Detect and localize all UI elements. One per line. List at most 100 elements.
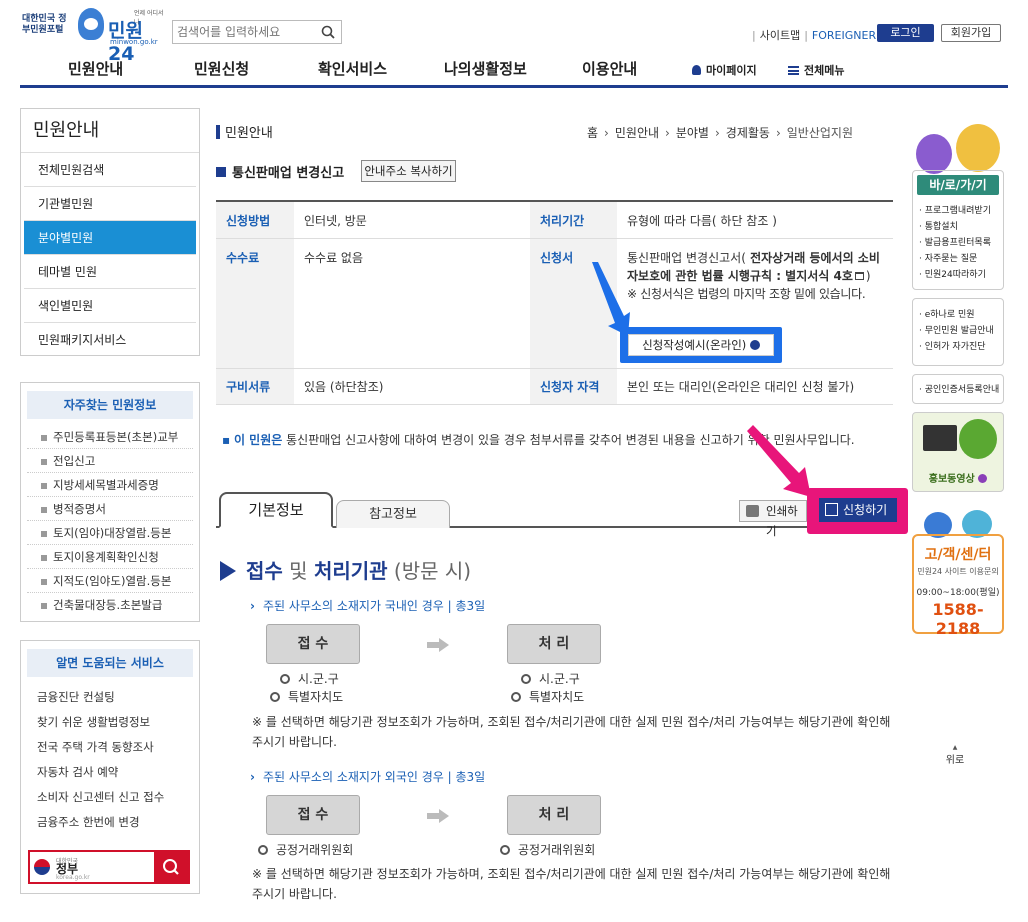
allmenu-link[interactable]: 전체메뉴 [788, 62, 844, 78]
left-nav: 민원안내 전체민원검색 기관별민원 분야별민원 테마별 민원 색인별민원 민원패… [20, 108, 200, 356]
annotation-arrow-pink [747, 425, 811, 497]
sitemap-link[interactable]: 사이트맵 [760, 27, 800, 43]
lnb-item-package[interactable]: 민원패키지서비스 [24, 323, 196, 357]
domestic-heading: 주된 사무소의 소재지가 국내인 경우 | 총3일 [250, 597, 485, 614]
flow-arrow-icon [427, 638, 449, 652]
lnb-item-all[interactable]: 전체민원검색 [24, 153, 196, 187]
window-icon [854, 271, 864, 280]
minwon24-logo[interactable]: 언제 어디서나 민원24 minwon.go.kr [78, 8, 166, 65]
foreign-heading: 주된 사무소의 소재지가 외국인 경우 | 총3일 [250, 768, 485, 785]
fav-title: 자주찾는 민원정보 [27, 391, 193, 419]
lnb-item-theme[interactable]: 테마별 민원 [24, 255, 196, 289]
cs-phone: 1588-2188 [932, 600, 984, 638]
login-button[interactable]: 로그인 [877, 24, 934, 42]
menu-icon [788, 66, 799, 75]
quick-link[interactable]: 프로그램내려받기 [919, 203, 997, 219]
flow-arrow-icon [427, 809, 449, 823]
quick-link[interactable]: 발급용프린터목록 [919, 235, 997, 251]
mypage-link[interactable]: 마이페이지 [692, 62, 757, 78]
breadcrumb-item[interactable]: 민원안내 [615, 126, 659, 140]
fee-value: 수수료 없음 [294, 238, 530, 369]
org-link[interactable]: 시.군.구 [521, 670, 580, 687]
help-item[interactable]: 전국 주택 가격 동향조사 [21, 735, 199, 760]
period-value: 유형에 따라 다름( 하단 참조 ) [617, 202, 893, 239]
apply-button[interactable]: 신청하기 [819, 498, 897, 522]
page-title: 민원안내 [216, 122, 273, 141]
print-button[interactable]: 인쇄하기 [739, 500, 807, 538]
brand-url: minwon.go.kr [110, 38, 158, 46]
help-title: 알면 도움되는 서비스 [27, 649, 193, 677]
gnb-apply[interactable]: 민원신청 [194, 58, 249, 79]
gnb-lifeinfo[interactable]: 나의생활정보 [444, 58, 527, 79]
magnifier-icon [511, 692, 521, 702]
frequent-services: 자주찾는 민원정보 주민등록표등본(초본)교부 전입신고 지방세세목별과세증명 … [20, 382, 200, 622]
promo-video[interactable]: 홍보동영상 [912, 412, 1004, 492]
fav-item[interactable]: 건축물대장등.초본발급 [27, 593, 193, 617]
lnb-item-index[interactable]: 색인별민원 [24, 289, 196, 323]
help-item[interactable]: 찾기 쉬운 생활법령정보 [21, 710, 199, 735]
quick-link[interactable]: 자주묻는 질문 [919, 251, 997, 267]
org-link[interactable]: 시.군.구 [280, 670, 339, 687]
help-item[interactable]: 금융진단 컨설팅 [21, 685, 199, 710]
cert-guide-link[interactable]: 공인인증서등록안내 [919, 382, 1000, 398]
help-item[interactable]: 자동차 검사 예약 [21, 760, 199, 785]
gov-search-button[interactable] [154, 852, 188, 882]
search-icon[interactable] [321, 25, 335, 39]
fav-item[interactable]: 토지(임야)대장열람.등본 [27, 521, 193, 545]
magnifier-icon [270, 692, 280, 702]
fav-item[interactable]: 토지이용계획확인신청 [27, 545, 193, 569]
gov-portal-search[interactable]: 대한민국 정부 korea.go.kr [28, 850, 190, 884]
tab-reference-info[interactable]: 참고정보 [336, 500, 450, 528]
global-nav: 민원안내 민원신청 확인서비스 나의생활정보 이용안내 마이페이지 전체메뉴 [20, 50, 1008, 88]
fav-item[interactable]: 지방세세목별과세증명 [27, 473, 193, 497]
quick-link[interactable]: 무인민원 발급안내 [919, 323, 997, 339]
breadcrumb-item[interactable]: 경제활동 [726, 126, 770, 140]
gov-portal-logo[interactable]: 대한민국 정부민원포털 [22, 14, 74, 36]
copy-url-button[interactable]: 안내주소 복사하기 [361, 160, 456, 182]
fav-item[interactable]: 전입신고 [27, 449, 193, 473]
lnb-item-field[interactable]: 분야별민원 [24, 221, 196, 255]
org-link[interactable]: 공정거래위원회 [258, 841, 353, 858]
promo-video-label: 홍보동영상 [913, 470, 1003, 485]
breadcrumb-home[interactable]: 홈 [587, 126, 598, 140]
org-link[interactable]: 특별자치도 [270, 688, 343, 705]
fav-item[interactable]: 지적도(임야도)열람.등본 [27, 569, 193, 593]
service-title: 통신판매업 변경신고 [216, 162, 344, 181]
join-button[interactable]: 회원가입 [941, 24, 1001, 42]
gnb-guide[interactable]: 민원안내 [68, 58, 123, 79]
top-links: | 사이트맵 | FOREIGNER [752, 27, 877, 43]
gnb-verify[interactable]: 확인서비스 [318, 58, 387, 79]
arrow-right-icon [749, 340, 760, 350]
org-link[interactable]: 공정거래위원회 [500, 841, 595, 858]
lnb-item-agency[interactable]: 기관별민원 [24, 187, 196, 221]
method-value: 인터넷, 방문 [294, 202, 530, 239]
tab-basic-info[interactable]: 기본정보 [219, 492, 333, 528]
form-example-button[interactable]: 신청작성예시(온라인) [628, 334, 774, 356]
fav-item[interactable]: 병적증명서 [27, 497, 193, 521]
quick-link[interactable]: 민원24따라하기 [919, 267, 997, 283]
fav-item[interactable]: 주민등록표등본(초본)교부 [27, 425, 193, 449]
breadcrumb-item[interactable]: 분야별 [676, 126, 709, 140]
docs-label: 구비서류 [216, 368, 294, 405]
help-item[interactable]: 금융주소 한번에 변경 [21, 810, 199, 835]
quick-link[interactable]: 인허가 자가진단 [919, 339, 997, 355]
quick-link[interactable]: 통합설치 [919, 219, 997, 235]
quick-links-title: 바/로/가/기 [917, 175, 999, 195]
search-input[interactable] [173, 21, 313, 43]
quick-link[interactable]: e하나로 민원 [919, 307, 997, 323]
gnb-usage[interactable]: 이용안내 [582, 58, 637, 79]
lookup-note: ※ 를 선택하면 해당기관 정보조회가 가능하며, 조회된 접수/처리기관에 대… [252, 715, 891, 749]
period-label: 처리기간 [530, 202, 617, 239]
mascot-icon [78, 8, 104, 40]
form-example-callout: 신청작성예시(온라인) [620, 327, 782, 363]
back-to-top-button[interactable]: 위로 [944, 744, 966, 766]
cs-title: 고/객/센/터 [924, 547, 992, 563]
quick-cert[interactable]: 공인인증서등록안내 [912, 374, 1004, 404]
help-item[interactable]: 소비자 신고센터 신고 접수 [21, 785, 199, 810]
foreigner-link[interactable]: FOREIGNER [812, 29, 876, 42]
fee-label: 수수료 [216, 238, 294, 369]
apply-callout: 신청하기 [807, 488, 908, 534]
mascot-icon [916, 134, 952, 174]
org-link[interactable]: 특별자치도 [511, 688, 584, 705]
customer-center: 고/객/센/터 민원24 사이트 이용문의 09:00~18:00(평일) 15… [912, 534, 1004, 638]
